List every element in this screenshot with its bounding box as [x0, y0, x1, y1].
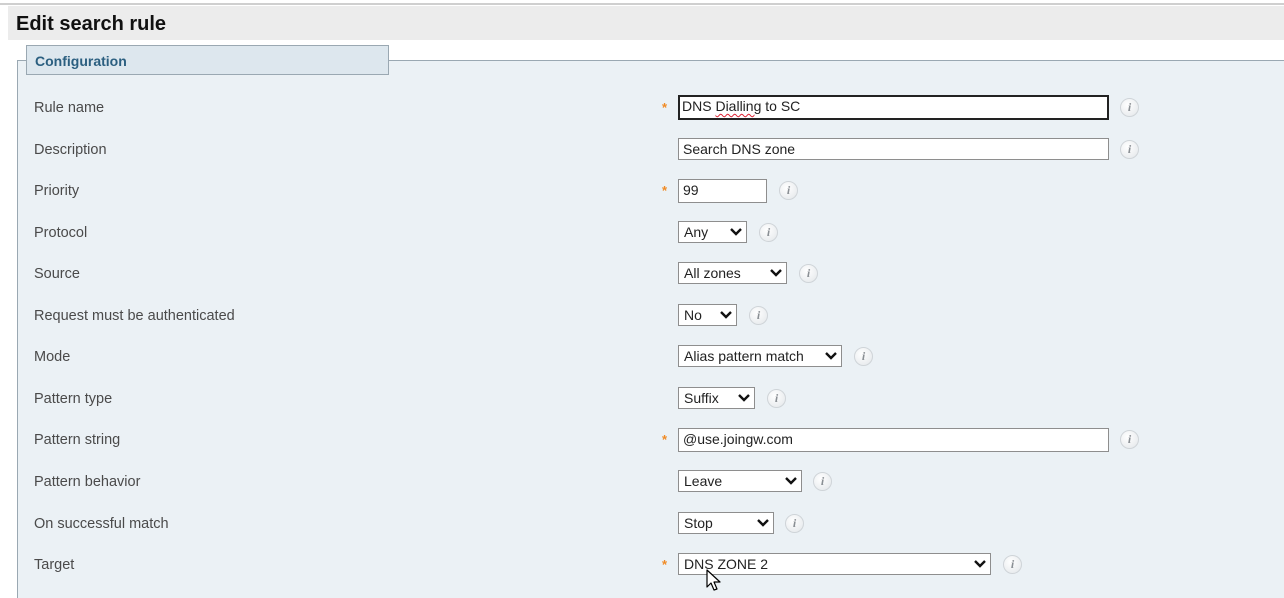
required-marker: *: [662, 432, 668, 447]
required-marker: *: [662, 183, 668, 198]
required-marker: *: [662, 100, 668, 115]
rule-name-label: Rule name: [34, 100, 105, 116]
info-icon[interactable]: i: [767, 389, 786, 408]
configuration-section-header: Configuration: [26, 45, 389, 75]
authentication-row: Request must be authenticated No i: [0, 302, 1284, 332]
rule-name-row: Rule name * DNS Dialling to SC i: [0, 94, 1284, 124]
pattern-type-select[interactable]: Suffix: [678, 387, 755, 409]
rule-name-value-misspelled: Dialling: [715, 98, 762, 114]
page-title: Edit search rule: [16, 13, 167, 35]
description-input[interactable]: Search DNS zone: [678, 138, 1109, 160]
pattern-string-row: Pattern string * @use.joingw.com i: [0, 426, 1284, 456]
pattern-string-label: Pattern string: [34, 432, 121, 448]
pattern-string-input[interactable]: @use.joingw.com: [678, 428, 1109, 452]
pattern-type-label: Pattern type: [34, 391, 113, 407]
authentication-label: Request must be authenticated: [34, 308, 235, 324]
pattern-behavior-select[interactable]: Leave: [678, 470, 802, 492]
protocol-label: Protocol: [34, 225, 88, 241]
mode-selected-value: Alias pattern match: [684, 348, 804, 364]
required-marker: *: [662, 557, 668, 572]
pattern-type-selected-value: Suffix: [684, 390, 719, 406]
top-divider: [0, 3, 1284, 5]
source-row: Source All zones i: [0, 260, 1284, 290]
rule-name-input[interactable]: DNS Dialling to SC: [678, 95, 1109, 120]
info-icon[interactable]: i: [759, 223, 778, 242]
mode-label: Mode: [34, 349, 71, 365]
rule-name-value-start: DNS: [682, 98, 716, 114]
rule-name-value-end: to SC: [761, 98, 801, 114]
authentication-select[interactable]: No: [678, 304, 737, 326]
chevron-down-icon: [720, 311, 732, 319]
chevron-down-icon: [785, 477, 797, 485]
description-row: Description Search DNS zone i: [0, 136, 1284, 166]
source-select[interactable]: All zones: [678, 262, 787, 284]
info-icon[interactable]: i: [779, 181, 798, 200]
protocol-select[interactable]: Any: [678, 221, 747, 243]
description-label: Description: [34, 142, 107, 158]
info-icon[interactable]: i: [799, 264, 818, 283]
title-bar: Edit search rule: [8, 6, 1284, 40]
info-icon[interactable]: i: [813, 472, 832, 491]
source-selected-value: All zones: [684, 265, 741, 281]
chevron-down-icon: [770, 269, 782, 277]
info-icon[interactable]: i: [1120, 140, 1139, 159]
protocol-selected-value: Any: [684, 224, 709, 240]
on-match-selected-value: Stop: [684, 515, 713, 531]
on-match-label: On successful match: [34, 516, 169, 532]
source-label: Source: [34, 266, 80, 282]
configuration-section-title: Configuration: [35, 53, 127, 69]
chevron-down-icon: [825, 352, 837, 360]
priority-row: Priority * 99 i: [0, 177, 1284, 207]
info-icon[interactable]: i: [1003, 555, 1022, 574]
info-icon[interactable]: i: [854, 347, 873, 366]
chevron-down-icon: [974, 560, 986, 568]
priority-input[interactable]: 99: [678, 179, 767, 203]
priority-label: Priority: [34, 183, 80, 199]
pattern-type-row: Pattern type Suffix i: [0, 385, 1284, 415]
target-row: Target * DNS ZONE 2 i: [0, 551, 1284, 581]
info-icon[interactable]: i: [749, 306, 768, 325]
on-match-row: On successful match Stop i: [0, 510, 1284, 540]
info-icon[interactable]: i: [785, 514, 804, 533]
protocol-row: Protocol Any i: [0, 219, 1284, 249]
authentication-selected-value: No: [684, 307, 702, 323]
target-label: Target: [34, 557, 75, 573]
target-select[interactable]: DNS ZONE 2: [678, 553, 991, 575]
info-icon[interactable]: i: [1120, 98, 1139, 117]
pattern-behavior-label: Pattern behavior: [34, 474, 141, 490]
mouse-pointer-icon: [706, 569, 721, 591]
chevron-down-icon: [738, 394, 750, 402]
mode-row: Mode Alias pattern match i: [0, 343, 1284, 373]
pattern-behavior-selected-value: Leave: [684, 473, 723, 489]
chevron-down-icon: [730, 228, 742, 236]
mode-select[interactable]: Alias pattern match: [678, 345, 842, 367]
target-selected-value: DNS ZONE 2: [684, 556, 769, 572]
on-match-select[interactable]: Stop: [678, 512, 774, 534]
info-icon[interactable]: i: [1120, 430, 1139, 449]
chevron-down-icon: [757, 519, 769, 527]
pattern-behavior-row: Pattern behavior Leave i: [0, 468, 1284, 498]
